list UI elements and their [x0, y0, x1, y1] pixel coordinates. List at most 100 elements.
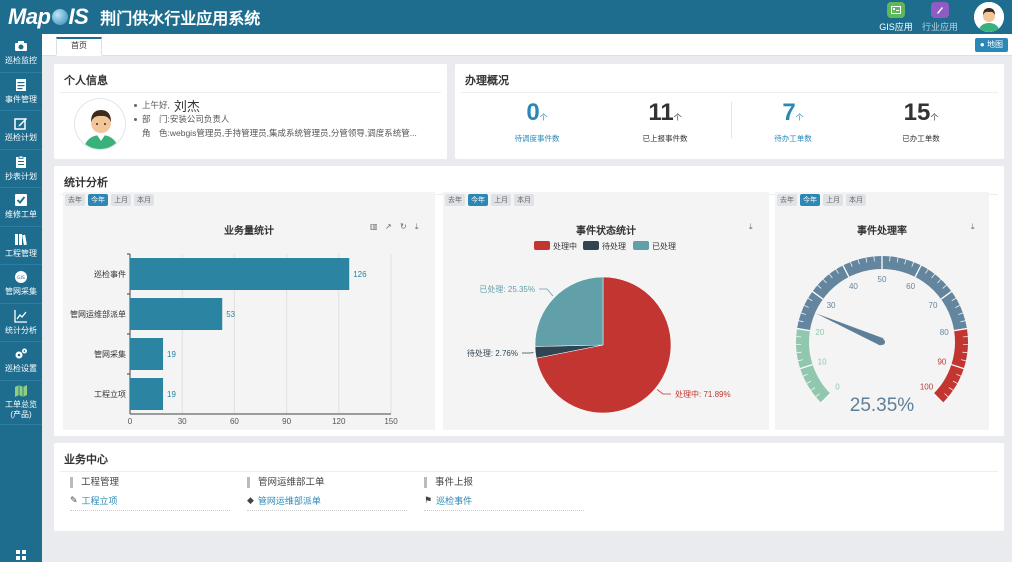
wrench-icon: ✎ — [70, 495, 78, 505]
sidebar-item-statistics[interactable]: 统计分析 — [0, 304, 42, 342]
gis-collect-icon: GIS — [15, 271, 27, 284]
grid-icon — [16, 550, 26, 560]
category-label: 巡检事件 — [94, 269, 126, 279]
stat-todo-orders[interactable]: 7个 待办工单数 — [739, 100, 847, 144]
sidebar-item-label: 统计分析 — [5, 325, 37, 335]
bar[interactable] — [130, 298, 223, 330]
camera-icon — [15, 41, 27, 52]
stat-value: 11 — [648, 99, 674, 126]
overview-panel: 办理概况 0个 待调度事件数 11个 已上报事件数 7个 待办工单数 15个 已… — [455, 64, 1004, 159]
app-title: 荆门供水行业应用系统 — [100, 11, 261, 28]
gauge-tick-label: 60 — [906, 282, 915, 291]
tags-icon: ◆ — [247, 495, 254, 505]
stat-pending-dispatch[interactable]: 0个 待调度事件数 — [483, 100, 591, 144]
sidebar-item-label: 巡检计划 — [5, 133, 37, 143]
legend-swatch[interactable] — [583, 241, 599, 250]
biz-link-label: 工程立项 — [81, 496, 118, 506]
biz-group-head: 管网运维部工单 — [247, 477, 407, 488]
stat-unit: 个 — [539, 113, 548, 122]
slice-label: 待处理: 2.76% — [467, 348, 518, 358]
department: 部 门:安装公司负责人 — [142, 114, 230, 124]
sidebar-item-label: 管网采集 — [5, 287, 37, 297]
event-log-icon — [16, 78, 26, 91]
slice-label: 处理中: 71.89% — [675, 389, 731, 399]
user-avatar[interactable] — [974, 2, 1004, 32]
x-tick-label: 150 — [384, 417, 398, 426]
sidebar-item-meter-plan[interactable]: 抄表计划 — [0, 150, 42, 188]
industry-app-label: 行业应用 — [921, 21, 958, 32]
sidebar-item-project-management[interactable]: 工程管理 — [0, 227, 42, 265]
map-button[interactable]: ● 地图 — [974, 38, 1008, 52]
sidebar-item-label: 工程管理 — [5, 248, 37, 258]
biz-group-project: 工程管理 ✎ 工程立项 — [70, 477, 230, 511]
profile-avatar — [74, 98, 126, 150]
pie-chart-svg: 处理中 待处理 已处理处理中: 71.89% 待处理: 2.76% 已处理: 25.35… — [467, 241, 731, 414]
sidebar-item-label: 巡检设置 — [5, 364, 37, 374]
gauge-tick-label: 70 — [929, 301, 938, 310]
gauge-tick-label: 80 — [940, 328, 949, 337]
pie-slice[interactable] — [534, 276, 604, 347]
stat-value: 15 — [903, 99, 931, 126]
legend-swatch[interactable] — [534, 241, 550, 250]
slice-label-line — [656, 389, 671, 395]
gauge-tick-label: 50 — [878, 275, 887, 284]
sidebar-item-label: 抄表计划 — [5, 171, 37, 181]
sidebar-item-label: 工单总览 — [5, 400, 37, 409]
gauge-hub — [879, 339, 885, 345]
personal-info-title: 个人信息 — [60, 64, 441, 93]
stat-value: 7 — [782, 99, 796, 126]
biz-link-network-dispatch[interactable]: ◆ 管网运维部派单 — [247, 494, 407, 511]
bar[interactable] — [130, 338, 164, 370]
biz-link-label: 巡检事件 — [436, 496, 473, 506]
category-label: 工程立项 — [94, 389, 126, 399]
stat-reported-events[interactable]: 11个 已上报事件数 — [611, 100, 719, 144]
sidebar-item-sublabel: (产品) — [10, 410, 32, 419]
sidebar-item-patrol-monitor[interactable]: 巡检监控 — [0, 34, 42, 73]
biz-group-head: 工程管理 — [70, 477, 230, 488]
biz-link-label: 管网运维部派单 — [257, 496, 321, 506]
sidebar-item-patrol-plan[interactable]: 巡检计划 — [0, 111, 42, 150]
tab-home[interactable]: 首页 — [56, 37, 102, 56]
stat-unit: 个 — [795, 113, 804, 122]
sidebar-item-label: 事件管理 — [5, 94, 37, 104]
bar[interactable] — [130, 258, 350, 290]
roles: 角 色:webgis管理员,手持管理员,集成系统管理员,分管领导,调度系统管..… — [142, 128, 417, 138]
x-tick-label: 90 — [282, 417, 291, 426]
app-header: Map IS 荆门供水行业应用系统 GIS应用 行业应用 — [0, 0, 1012, 34]
biz-group-network-orders: 管网运维部工单 ◆ 管网运维部派单 — [247, 477, 407, 511]
sidebar-item-network-collection[interactable]: GIS 管网采集 — [0, 265, 42, 304]
greeting-row: 上午好, 刘杰 — [134, 98, 417, 114]
sidebar-item-repair-orders[interactable]: 维修工单 — [0, 188, 42, 227]
gis-app-label: GIS应用 — [879, 21, 913, 32]
biz-link-patrol-event[interactable]: ⚑ 巡检事件 — [424, 494, 584, 511]
map-icon — [15, 385, 27, 397]
map-button-label: 地图 — [987, 40, 1003, 49]
edit-plan-icon — [14, 118, 27, 130]
biz-link-project-setup[interactable]: ✎ 工程立项 — [70, 494, 230, 511]
x-tick-label: 60 — [230, 417, 239, 426]
legend-label: 处理中 — [553, 241, 577, 251]
legend-swatch[interactable] — [633, 241, 649, 250]
gauge-chart-svg: 0 10 20 30 40 50 60 70 80 90 100 25.35% — [796, 256, 968, 416]
sidebar-item-label: 巡检监控 — [5, 56, 37, 66]
sidebar-item-order-overview[interactable]: 工单总览 (产品) — [0, 381, 42, 425]
gauge-needle — [815, 313, 884, 346]
bar[interactable] — [130, 378, 164, 410]
x-tick-label: 30 — [178, 417, 187, 426]
stat-label: 待办工单数 — [774, 134, 812, 143]
stat-value: 0 — [526, 99, 540, 126]
sidebar-grid-button[interactable] — [0, 550, 42, 560]
sidebar-item-event-management[interactable]: 事件管理 — [0, 73, 42, 111]
sidebar-item-label: 维修工单 — [5, 210, 37, 220]
gis-app-button[interactable]: GIS应用 — [874, 1, 918, 33]
legend-label: 已处理 — [652, 241, 676, 251]
gauge-tick-label: 20 — [815, 328, 824, 337]
stat-unit: 个 — [673, 113, 682, 122]
stat-done-orders[interactable]: 15个 已办工单数 — [867, 100, 975, 144]
business-center-panel: 业务中心 工程管理 ✎ 工程立项 管网运维部工单 ◆ 管网运维部派单 事件上报 … — [54, 443, 1004, 531]
sidebar-item-patrol-settings[interactable]: 巡检设置 — [0, 342, 42, 381]
bar-value-label: 53 — [226, 310, 235, 319]
industry-app-button[interactable]: 行业应用 — [918, 1, 962, 33]
bar-value-label: 19 — [167, 390, 176, 399]
stat-label: 已办工单数 — [902, 134, 940, 143]
